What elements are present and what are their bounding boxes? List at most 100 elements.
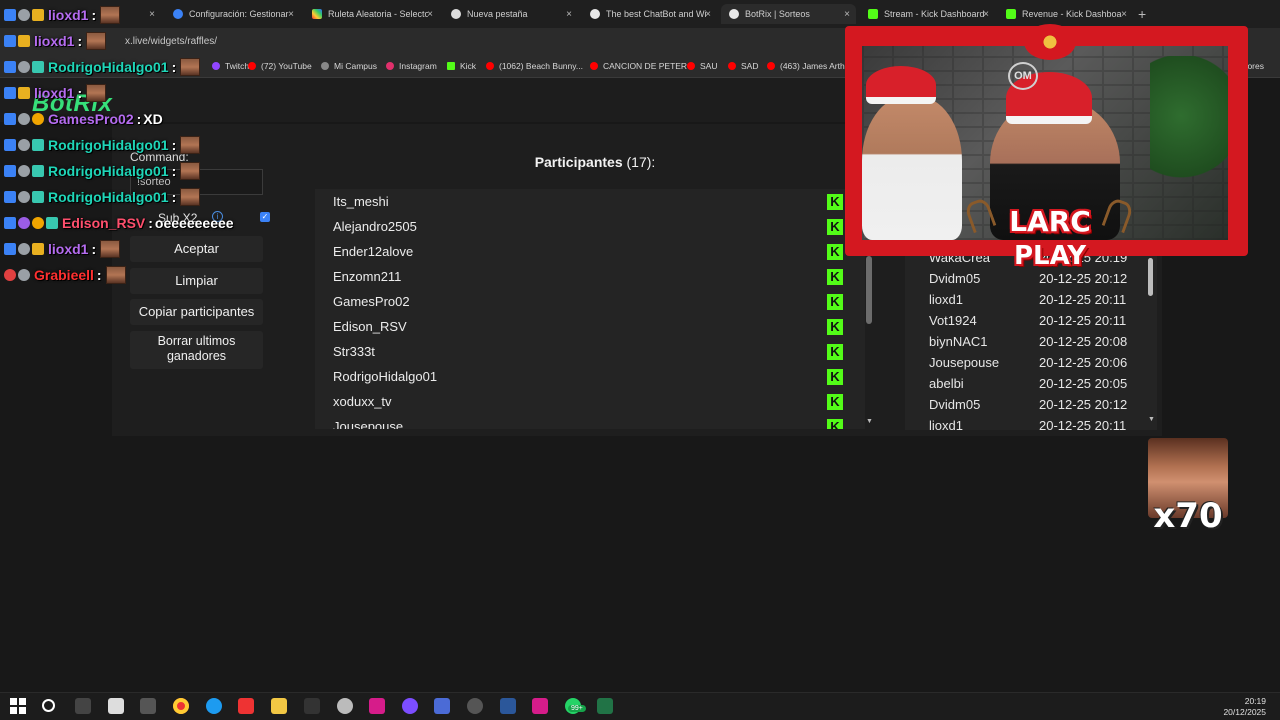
task-view-icon[interactable] (75, 698, 91, 714)
youtube-icon (728, 62, 736, 70)
bookmark-label: (72) YouTube (261, 61, 312, 71)
app-icon[interactable] (532, 698, 548, 714)
excel-icon[interactable] (597, 698, 613, 714)
bookmark-item[interactable]: SAD (728, 61, 758, 71)
scroll-down-arrow-icon[interactable]: ▼ (1148, 416, 1155, 423)
calculator-icon[interactable] (434, 698, 450, 714)
chat-badge-icon (18, 61, 30, 73)
clock-date[interactable]: 20/12/2025 (1222, 707, 1266, 717)
chat-message: lioxd1: (4, 5, 121, 25)
discord-icon[interactable] (402, 698, 418, 714)
chat-separator: : (96, 267, 102, 283)
chat-badge-icon (18, 165, 30, 177)
windows-start-icon[interactable] (10, 698, 26, 714)
participant-name: Alejandro2505 (333, 219, 417, 234)
media-icon[interactable] (238, 698, 254, 714)
participant-name: Str333t (333, 344, 375, 359)
tab-close-icon[interactable]: × (1121, 9, 1127, 20)
chat-emote-image (86, 32, 107, 50)
kick-platform-icon: K (827, 219, 843, 235)
chat-badge-icon (18, 243, 30, 255)
chat-username: RodrigoHidalgo01 (48, 137, 169, 153)
obs-icon[interactable] (467, 698, 483, 714)
word-icon[interactable] (500, 698, 516, 714)
chat-message: lioxd1: (4, 239, 121, 259)
winner-name: Dvidm05 (929, 397, 981, 412)
copy-participants-button[interactable]: Copiar participantes (130, 299, 263, 325)
tab-close-icon[interactable]: × (288, 9, 294, 20)
tab-1[interactable]: Configuración: Gestionar × (165, 4, 300, 24)
chat-badge-icon (4, 87, 16, 99)
clock-time[interactable]: 20:19 (1240, 696, 1266, 706)
bookmark-label: Kick (460, 61, 477, 71)
bookmark-item[interactable]: Kick (447, 61, 476, 71)
kick-icon (1006, 9, 1016, 19)
participant-name: Ender12alove (333, 244, 414, 259)
accept-button[interactable]: Aceptar (130, 236, 263, 262)
winner-name: Vot1924 (929, 313, 977, 328)
streamer-left-image (862, 96, 962, 240)
participant-name: Its_meshi (333, 194, 389, 209)
winners-scrollbar[interactable] (1148, 258, 1153, 296)
app-icon[interactable] (337, 698, 353, 714)
tab-5[interactable]: BotRix | Sorteos × (721, 4, 856, 24)
winner-date: 20-12-25 20:11 (1039, 418, 1127, 430)
chat-username: Grabieell (34, 267, 94, 283)
brand-logo-bottom: PLAY (1013, 241, 1087, 271)
bookmark-item[interactable]: Twitch (212, 61, 249, 71)
winner-name: lioxd1 (929, 418, 963, 430)
chat-message: RodrigoHidalgo01: (4, 187, 201, 207)
search-icon[interactable] (42, 699, 55, 712)
new-tab-button[interactable]: + (1138, 6, 1146, 22)
chrome-icon (451, 9, 461, 19)
chat-badge-icon (4, 243, 16, 255)
participants-scrollbar[interactable] (866, 256, 872, 324)
winners-list[interactable]: WakaCrea 20-12-25 20:19 Dvidm05 20-12-25 20… (905, 250, 1157, 430)
tab-3[interactable]: Nueva pestaña × (443, 4, 578, 24)
bookmark-item[interactable]: Mi Campus (321, 61, 377, 71)
bookmark-item[interactable]: Instagram (386, 61, 437, 71)
chat-badge-icon (4, 139, 16, 151)
tab-close-icon[interactable]: × (844, 9, 850, 20)
bookmark-item[interactable]: CANCION DE PETER (590, 61, 687, 71)
whatsapp-unread-badge: 99+ (568, 705, 586, 712)
app-icon[interactable] (304, 698, 320, 714)
participants-list[interactable]: Its_meshi K Alejandro2505 K Ender12alove K Enz… (315, 189, 865, 429)
chat-username: GamesPro02 (48, 111, 134, 127)
app-icon[interactable] (369, 698, 385, 714)
chat-emote-image (100, 6, 121, 24)
tab-close-icon[interactable]: × (983, 9, 989, 20)
tab-6[interactable]: Stream - Kick Dashboard × (860, 4, 995, 24)
tab-title: Configuración: Gestionar (189, 9, 289, 19)
chrome-icon[interactable] (173, 698, 189, 714)
edge-icon[interactable] (206, 698, 222, 714)
tab-close-icon[interactable]: × (705, 9, 711, 20)
delete-last-winners-button[interactable]: Borrar ultimos ganadores (130, 331, 263, 369)
url-field[interactable]: x.live/widgets/raffles/ (125, 36, 217, 47)
gamepad-icon[interactable] (140, 698, 156, 714)
store-icon[interactable] (108, 698, 124, 714)
tab-4[interactable]: The best ChatBot and Wi × (582, 4, 717, 24)
tab-close-icon[interactable]: × (149, 9, 155, 20)
instagram-icon (386, 62, 394, 70)
bookmark-item[interactable]: (1062) Beach Bunny... (486, 61, 583, 71)
kick-platform-icon: K (827, 194, 843, 210)
bookmark-item[interactable]: SAU (687, 61, 717, 71)
sub-multiplier-checkbox[interactable]: ✓ (260, 212, 270, 222)
bookmark-item[interactable]: (463) James Arthu (767, 61, 849, 71)
youtube-icon (248, 62, 256, 70)
tab-7[interactable]: Revenue - Kick Dashboar × (998, 4, 1133, 24)
participant-name: Jousepouse (333, 419, 404, 429)
tab-close-icon[interactable]: × (566, 9, 572, 20)
participant-name: Edison_RSV (333, 319, 407, 334)
chat-message: Grabieell: (4, 265, 126, 285)
tab-close-icon[interactable]: × (427, 9, 433, 20)
scroll-down-arrow-icon[interactable]: ▼ (866, 418, 873, 425)
santa-hat-icon (866, 66, 936, 104)
youtube-icon (486, 62, 494, 70)
tab-2[interactable]: Ruleta Aleatoria - Selecto × (304, 4, 439, 24)
clear-button[interactable]: Limpiar (130, 268, 263, 294)
bookmark-item[interactable]: (72) YouTube (248, 61, 312, 71)
tab-title: Nueva pestaña (467, 9, 528, 19)
folder-icon[interactable] (271, 698, 287, 714)
